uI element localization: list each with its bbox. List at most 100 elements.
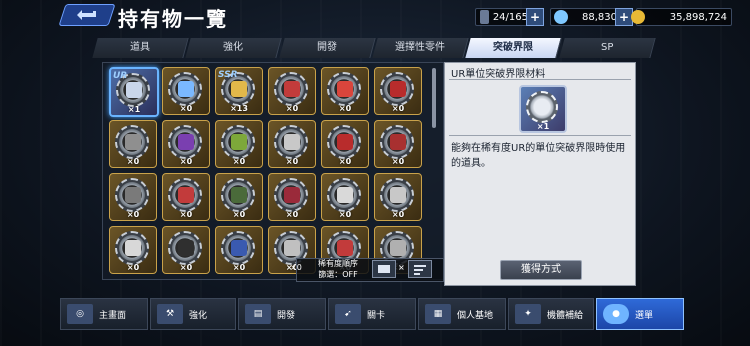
mech-head-icon [337, 134, 353, 150]
item-slot[interactable]: ×0 [162, 226, 210, 274]
divider [449, 135, 631, 136]
item-slot[interactable]: ×0 [374, 120, 422, 168]
sort-count: ×0 [290, 263, 302, 272]
sort-filter-label[interactable]: 稀有度順序 篩選：OFF [318, 258, 358, 280]
item-slot[interactable]: ×0 [321, 173, 369, 221]
mech-head-icon [231, 134, 247, 150]
item-count: ×0 [285, 210, 299, 219]
item-slot[interactable]: ×0 [374, 173, 422, 221]
item-count: ×0 [126, 263, 140, 272]
item-slot[interactable]: ×0 [268, 173, 316, 221]
tab-items[interactable]: 道具 [92, 38, 190, 58]
grid-scrollbar[interactable] [432, 68, 436, 128]
mech-head-icon [390, 240, 406, 256]
mech-head-icon [284, 187, 300, 203]
tab-limit-break[interactable]: 突破界限 [465, 38, 563, 58]
item-slot[interactable]: ×0 [268, 67, 316, 115]
item-count: ×0 [179, 210, 193, 219]
item-count: ×0 [391, 104, 405, 113]
bottom-nav: ◎ 主畫面 ⚒ 強化 ▤ 開發 ➹ 關卡 ▦ 個人基地 ✦ 機體補給 ● 選單 [60, 298, 690, 330]
mech-head-icon [284, 240, 300, 256]
nav-personal-base[interactable]: ▦ 個人基地 [418, 298, 506, 330]
back-button[interactable] [58, 4, 116, 26]
limit-break-gear-icon [526, 91, 558, 123]
back-arrow-icon [77, 10, 96, 20]
mech-head-icon [284, 81, 300, 97]
nav-stage[interactable]: ➹ 關卡 [328, 298, 416, 330]
mech-head-icon [231, 187, 247, 203]
item-slot[interactable]: ×0 [321, 67, 369, 115]
rarity-tag: SSR [218, 70, 238, 80]
detail-description: 能夠在稀有度UR的單位突破界限時使用的道具。 [451, 143, 626, 169]
mech-head-icon [178, 187, 194, 203]
item-count: ×0 [126, 157, 140, 166]
item-count: ×0 [285, 157, 299, 166]
item-count: ×13 [230, 104, 248, 113]
crystal-icon [554, 10, 568, 24]
tab-sp[interactable]: SP [558, 38, 656, 58]
item-count: ×1 [127, 105, 141, 114]
item-slot[interactable]: ×0 [215, 173, 263, 221]
detail-item-image: ×1 [519, 85, 567, 133]
item-slot[interactable]: ×0 [215, 120, 263, 168]
mech-head-icon [390, 187, 406, 203]
nav-develop[interactable]: ▤ 開發 [238, 298, 326, 330]
mech-head-icon [125, 134, 141, 150]
supply-icon: ✦ [515, 304, 541, 324]
nav-enhance[interactable]: ⚒ 強化 [150, 298, 236, 330]
rarity-tag: UR [113, 71, 128, 81]
item-slot[interactable]: ×0 [215, 226, 263, 274]
sort-count-2: × [398, 263, 405, 272]
tab-develop[interactable]: 開發 [278, 38, 376, 58]
divider [449, 79, 631, 80]
item-count: ×0 [338, 157, 352, 166]
item-slot[interactable]: ×0 [109, 226, 157, 274]
item-slot[interactable]: ×0 [109, 120, 157, 168]
mech-head-icon [337, 240, 353, 256]
nav-unit-supply[interactable]: ✦ 機體補給 [508, 298, 594, 330]
item-count: ×0 [232, 263, 246, 272]
mech-head-icon [125, 187, 141, 203]
page-title: 持有物一覽 [118, 7, 228, 31]
tab-enhance[interactable]: 強化 [185, 38, 283, 58]
item-slot[interactable]: ×0 [109, 173, 157, 221]
robot-capacity-icon [480, 10, 489, 24]
item-count: ×0 [391, 210, 405, 219]
item-count: ×0 [338, 104, 352, 113]
mech-head-icon [390, 134, 406, 150]
item-slot[interactable]: SSR ×13 [215, 67, 263, 115]
mech-head-icon [178, 81, 194, 97]
item-slot[interactable]: ×0 [268, 120, 316, 168]
card-view-icon [378, 265, 390, 273]
item-detail-panel: UR單位突破界限材料 ×1 能夠在稀有度UR的單位突破界限時使用的道具。 [444, 62, 636, 286]
item-slot[interactable]: UR ×1 [109, 67, 159, 117]
item-grid: UR ×1 ×0 SSR ×13 ×0 ×0 ×0 ×0 ×0 ×0 ×0 ×0 ×0 ×0 ×0 ×0 ×0 ×0… [102, 62, 444, 280]
item-slot[interactable]: ×0 [162, 120, 210, 168]
item-slot[interactable]: ×0 [321, 120, 369, 168]
nav-home[interactable]: ◎ 主畫面 [60, 298, 148, 330]
mech-head-icon [178, 240, 194, 256]
category-tabs: 道具 強化 開發 選擇性零件 突破界限 SP [92, 38, 656, 58]
detail-title: UR單位突破界限材料 [451, 69, 546, 80]
rifle-icon: ➹ [335, 304, 361, 324]
currency1-counter: 88,830 [550, 8, 622, 26]
sort-order-button[interactable] [408, 260, 432, 278]
how-to-obtain-button[interactable]: 獲得方式 [500, 260, 582, 280]
nav-menu[interactable]: ● 選單 [596, 298, 684, 330]
item-slot[interactable]: ×0 [374, 67, 422, 115]
item-slot[interactable]: ×0 [162, 173, 210, 221]
mech-head-icon [125, 240, 141, 256]
item-slot[interactable]: ×0 [162, 67, 210, 115]
mech-head-icon [231, 240, 247, 256]
wrench-icon: ⚒ [157, 304, 183, 324]
menu-icon: ● [603, 304, 629, 324]
item-count: ×0 [179, 104, 193, 113]
item-count: ×0 [232, 210, 246, 219]
item-count: ×0 [179, 263, 193, 272]
view-toggle-button[interactable] [372, 260, 396, 278]
mech-head-icon [231, 81, 247, 97]
mech-head-icon [284, 134, 300, 150]
gold-coin-icon [631, 10, 645, 24]
capacity-plus-button[interactable]: + [526, 8, 544, 26]
tab-optional-parts[interactable]: 選擇性零件 [372, 38, 469, 58]
